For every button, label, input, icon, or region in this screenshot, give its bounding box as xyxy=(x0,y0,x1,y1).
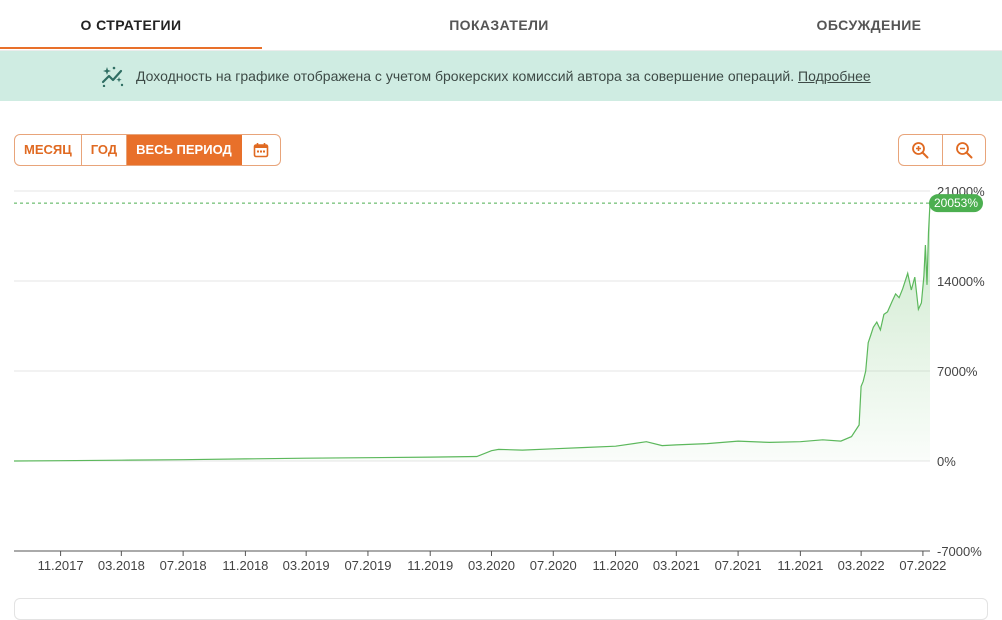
current-value-label: 20053% xyxy=(934,196,978,210)
x-tick-label: 03.2021 xyxy=(653,558,700,573)
y-axis-labels: 21000%14000%7000%0%-7000% xyxy=(937,184,985,559)
banner-message: Доходность на графике отображена с учето… xyxy=(136,51,871,101)
period-selector: МЕСЯЦ ГОД ВЕСЬ ПЕРИОД xyxy=(14,134,281,166)
y-tick-label: 14000% xyxy=(937,274,985,289)
tab-discussion[interactable]: ОБСУЖДЕНИЕ xyxy=(736,0,1002,50)
zoom-in-icon xyxy=(912,142,929,159)
x-tick-label: 07.2021 xyxy=(715,558,762,573)
chart-area-fill xyxy=(14,203,930,461)
x-tick-label: 11.2019 xyxy=(407,558,453,573)
calendar-button[interactable] xyxy=(242,135,280,165)
x-tick-label: 03.2022 xyxy=(838,558,885,573)
x-tick-label: 11.2017 xyxy=(38,558,84,573)
tab-indicators[interactable]: ПОКАЗАТЕЛИ xyxy=(368,0,630,50)
returns-chart: 21000%14000%7000%0%-7000% 11.2017 03.2018… xyxy=(13,184,985,573)
x-tick-label: 03.2020 xyxy=(468,558,515,573)
active-tab-indicator xyxy=(0,47,262,49)
x-tick-label: 11.2021 xyxy=(777,558,823,573)
period-all-button[interactable]: ВЕСЬ ПЕРИОД xyxy=(127,135,242,165)
zoom-out-icon xyxy=(955,142,973,159)
current-value-badge: 20053% xyxy=(929,194,983,213)
more-info-link[interactable]: Подробнее xyxy=(798,68,871,84)
period-month-button[interactable]: МЕСЯЦ xyxy=(15,135,82,165)
x-tick-label: 11.2020 xyxy=(593,558,639,573)
x-tick-label: 03.2018 xyxy=(98,558,145,573)
chart-series-line xyxy=(13,203,931,462)
x-tick-label: 07.2020 xyxy=(530,558,577,573)
y-tick-label: -7000% xyxy=(937,544,982,559)
y-tick-label: 0% xyxy=(937,454,956,469)
tab-bar: О СТРАТЕГИИ ПОКАЗАТЕЛИ ОБСУЖДЕНИЕ xyxy=(0,0,1002,51)
zoom-in-button[interactable] xyxy=(899,135,942,165)
x-tick-label: 03.2019 xyxy=(283,558,330,573)
calendar-icon xyxy=(253,143,269,158)
x-tick-label: 11.2018 xyxy=(222,558,268,573)
x-tick-label: 07.2022 xyxy=(899,558,946,573)
zoom-out-button[interactable] xyxy=(941,135,986,165)
chart-grid xyxy=(14,190,930,552)
tab-about-strategy[interactable]: О СТРАТЕГИИ xyxy=(0,0,262,50)
period-year-button[interactable]: ГОД xyxy=(82,135,128,165)
banner-text: Доходность на графике отображена с учето… xyxy=(136,68,795,84)
x-tick-label: 07.2019 xyxy=(344,558,391,573)
zoom-controls xyxy=(898,134,986,166)
y-tick-label: 7000% xyxy=(937,364,978,379)
x-axis: 11.2017 03.2018 07.2018 11.2018 03.2019 07.20… xyxy=(14,550,946,573)
info-banner: Доходность на графике отображена с учето… xyxy=(0,51,1002,101)
x-tick-label: 07.2018 xyxy=(160,558,207,573)
next-section-card xyxy=(14,598,988,620)
sparkle-chart-icon xyxy=(101,66,124,87)
